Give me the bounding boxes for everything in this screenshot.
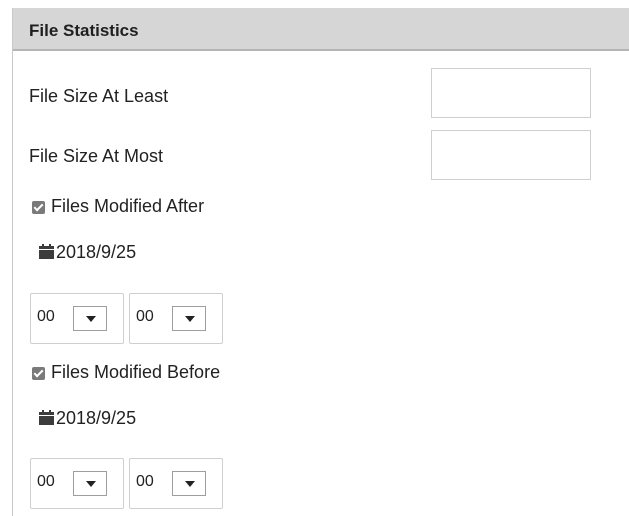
modified-before-checkbox[interactable] — [32, 367, 45, 380]
modified-before-label: Files Modified Before — [51, 362, 221, 382]
hour-value: 00 — [37, 308, 55, 325]
modified-after-date[interactable]: 2018/9/25 — [56, 242, 136, 263]
chevron-down-icon[interactable] — [73, 471, 107, 496]
calendar-icon[interactable] — [39, 410, 54, 425]
chevron-down-icon[interactable] — [172, 306, 206, 331]
size-at-least-label: File Size At Least — [29, 86, 169, 106]
modified-before-date[interactable]: 2018/9/25 — [56, 408, 136, 429]
file-statistics-panel: File Statistics File Size At Least File … — [12, 8, 629, 516]
size-at-most-label: File Size At Most — [29, 146, 164, 166]
chevron-down-icon[interactable] — [73, 306, 107, 331]
panel-header: File Statistics — [13, 8, 629, 51]
modified-after-minute-select[interactable]: 00 — [129, 293, 223, 344]
size-at-least-input[interactable] — [431, 68, 591, 118]
modified-before-hour-select[interactable]: 00 — [30, 458, 124, 509]
minute-value: 00 — [136, 308, 154, 325]
size-at-most-input[interactable] — [431, 130, 591, 180]
hour-value: 00 — [37, 473, 55, 490]
chevron-down-icon[interactable] — [172, 471, 206, 496]
modified-after-label: Files Modified After — [51, 196, 205, 216]
modified-after-checkbox[interactable] — [32, 201, 45, 214]
panel-title: File Statistics — [29, 21, 139, 40]
minute-value: 00 — [136, 473, 154, 490]
modified-before-minute-select[interactable]: 00 — [129, 458, 223, 509]
calendar-icon[interactable] — [39, 244, 54, 259]
modified-after-hour-select[interactable]: 00 — [30, 293, 124, 344]
